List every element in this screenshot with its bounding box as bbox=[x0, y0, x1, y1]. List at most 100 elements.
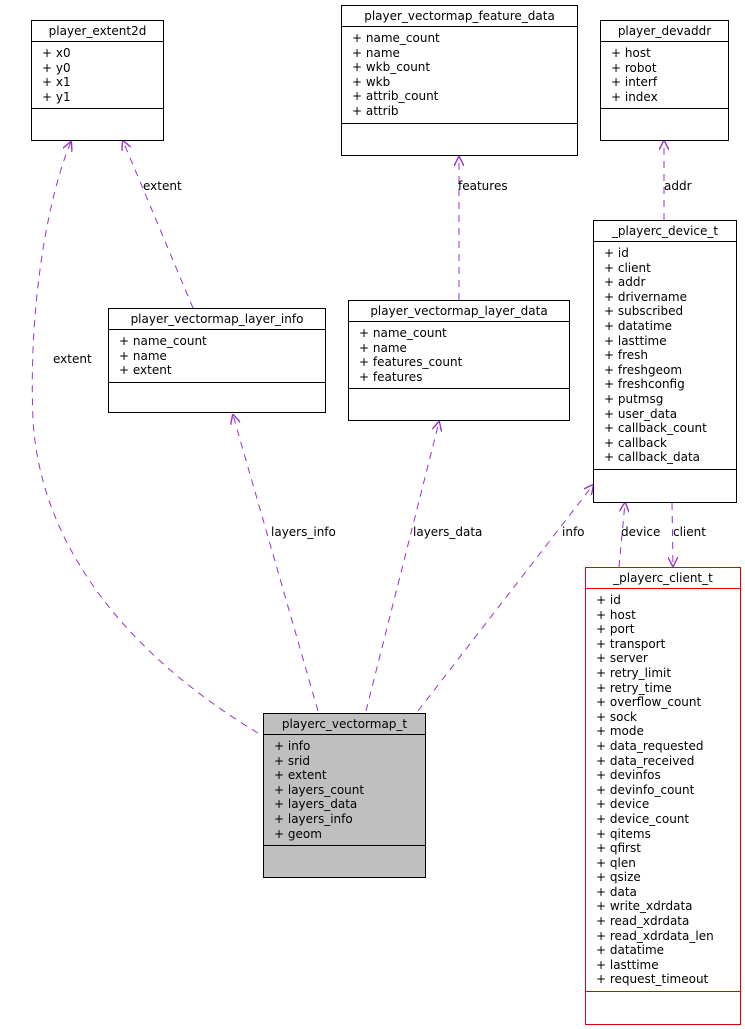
class-node-player-vectormap-layer-info[interactable]: player_vectormap_layer_info + name_count… bbox=[108, 308, 326, 413]
edge-layerinfo-extent2d bbox=[123, 141, 194, 309]
attribute-item: + devinfo_count bbox=[596, 782, 695, 797]
class-title: player_vectormap_layer_data bbox=[349, 301, 569, 322]
attribute-item: + overflow_count bbox=[596, 695, 702, 710]
attribute-item: + index bbox=[611, 89, 658, 104]
attribute-item: + host bbox=[596, 607, 636, 622]
attribute-item: + info bbox=[274, 739, 311, 753]
attribute-item: + device_count bbox=[596, 811, 690, 826]
class-node-player-devaddr[interactable]: player_devaddr + host + robot + interf + in… bbox=[600, 20, 729, 141]
attribute-item: + read_xdrdata_len bbox=[596, 928, 714, 943]
attribute-item: + id bbox=[604, 246, 629, 260]
edge-label-extent-vectormap: extent bbox=[53, 352, 92, 366]
edge-vectormap-layerinfo bbox=[233, 415, 319, 712]
attribute-item: + user_data bbox=[604, 406, 678, 421]
attribute-item: + transport bbox=[596, 636, 666, 651]
class-attributes: + name_count + name + extent bbox=[109, 330, 325, 383]
attribute-item: + features_count bbox=[359, 355, 463, 370]
class-methods bbox=[342, 124, 577, 148]
attribute-item: + fresh bbox=[604, 348, 649, 363]
attribute-item: + server bbox=[596, 651, 648, 666]
attribute-item: + devinfos bbox=[596, 768, 661, 783]
attribute-item: + request_timeout bbox=[596, 972, 709, 987]
class-title: _playerc_client_t bbox=[586, 568, 740, 589]
edge-label-info: info bbox=[562, 525, 585, 539]
class-title: player_vectormap_feature_data bbox=[342, 6, 577, 27]
attribute-item: + y0 bbox=[42, 60, 71, 75]
attribute-item: + name_count bbox=[359, 326, 447, 340]
attribute-item: + extent bbox=[119, 363, 172, 378]
attribute-item: + port bbox=[596, 622, 635, 637]
attribute-item: + drivername bbox=[604, 289, 687, 304]
class-methods bbox=[586, 992, 740, 1016]
attribute-item: + freshgeom bbox=[604, 362, 683, 377]
class-title: player_vectormap_layer_info bbox=[109, 309, 325, 330]
class-methods bbox=[264, 846, 425, 870]
edge-label-layers-info: layers_info bbox=[271, 525, 336, 539]
attribute-item: + layers_info bbox=[274, 811, 353, 826]
attribute-item: + subscribed bbox=[604, 304, 684, 319]
edge-vectormap-layerdata bbox=[365, 422, 439, 712]
attribute-item: + x0 bbox=[42, 46, 71, 60]
class-methods bbox=[109, 383, 325, 407]
class-attributes: + name_count + name + wkb_count + wkb + attr… bbox=[342, 27, 577, 124]
class-attributes: + id + client + addr + drivername + subscrib… bbox=[594, 242, 736, 470]
attribute-item: + sock bbox=[596, 709, 638, 724]
attribute-item: + callback_data bbox=[604, 450, 701, 465]
attribute-item: + write_xdrdata bbox=[596, 899, 693, 914]
edge-label-addr: addr bbox=[664, 179, 692, 193]
attribute-item: + read_xdrdata bbox=[596, 914, 690, 929]
attribute-item: + name bbox=[119, 348, 167, 363]
class-attributes: + name_count + name + features_count + feat… bbox=[349, 322, 569, 390]
attribute-item: + lasttime bbox=[604, 333, 667, 348]
attribute-item: + x1 bbox=[42, 75, 71, 90]
class-methods bbox=[349, 389, 569, 413]
attribute-item: + data_requested bbox=[596, 738, 704, 753]
class-node-playerc-client-t[interactable]: _playerc_client_t + id + host + port + tran… bbox=[585, 567, 741, 1025]
class-node-playerc-vectormap-t[interactable]: playerc_vectormap_t + info + srid + extent… bbox=[263, 713, 426, 878]
attribute-item: + retry_time bbox=[596, 680, 672, 695]
class-attributes: + x0 + y0 + x1 + y1 bbox=[32, 42, 163, 110]
attribute-item: + callback bbox=[604, 435, 668, 450]
class-methods bbox=[601, 109, 728, 133]
attribute-item: + retry_limit bbox=[596, 665, 672, 680]
class-node-player-vectormap-feature-data[interactable]: player_vectormap_feature_data + name_cou… bbox=[341, 5, 578, 156]
class-node-player-extent2d[interactable]: player_extent2d + x0 + y0 + x1 + y1 bbox=[31, 20, 164, 141]
class-title: player_extent2d bbox=[32, 21, 163, 42]
class-methods bbox=[594, 470, 736, 494]
attribute-item: + device bbox=[596, 797, 650, 812]
attribute-item: + name bbox=[359, 340, 407, 355]
edge-vectormap-extent2d bbox=[31, 142, 259, 734]
attribute-item: + y1 bbox=[42, 89, 71, 104]
attribute-item: + client bbox=[604, 260, 651, 275]
class-attributes: + info + srid + extent + layers_count + laye… bbox=[264, 735, 425, 847]
class-title: _playerc_device_t bbox=[594, 221, 736, 242]
attribute-item: + data_received bbox=[596, 753, 695, 768]
class-title: playerc_vectormap_t bbox=[264, 714, 425, 735]
attribute-item: + addr bbox=[604, 275, 646, 290]
attribute-item: + datatime bbox=[596, 943, 665, 958]
attribute-item: + qfirst bbox=[596, 841, 641, 856]
attribute-item: + layers_data bbox=[274, 797, 358, 812]
class-node-player-vectormap-layer-data[interactable]: player_vectormap_layer_data + name_count… bbox=[348, 300, 570, 421]
attribute-item: + wkb bbox=[352, 74, 391, 89]
attribute-item: + freshconfig bbox=[604, 377, 685, 392]
attribute-item: + putmsg bbox=[604, 391, 664, 406]
attribute-item: + callback_count bbox=[604, 421, 707, 436]
attribute-item: + name bbox=[352, 45, 400, 60]
edge-label-layers-data: layers_data bbox=[413, 525, 483, 539]
attribute-item: + data bbox=[596, 884, 637, 899]
attribute-item: + qitems bbox=[596, 826, 651, 841]
attribute-item: + interf bbox=[611, 75, 658, 90]
edge-vectormap-device bbox=[417, 485, 593, 712]
class-node-playerc-device-t[interactable]: _playerc_device_t + id + client + addr + dr… bbox=[593, 220, 737, 503]
edge-label-extent-layerinfo: extent bbox=[143, 179, 182, 193]
attribute-item: + wkb_count bbox=[352, 60, 431, 75]
attribute-item: + geom bbox=[274, 826, 322, 841]
attribute-item: + mode bbox=[596, 724, 644, 739]
attribute-item: + layers_count bbox=[274, 782, 365, 797]
attribute-item: + attrib_count bbox=[352, 89, 439, 104]
attribute-item: + attrib bbox=[352, 103, 399, 118]
attribute-item: + features bbox=[359, 369, 423, 384]
edge-label-client: client bbox=[673, 525, 706, 539]
class-attributes: + id + host + port + transport + server + ret… bbox=[586, 589, 740, 993]
